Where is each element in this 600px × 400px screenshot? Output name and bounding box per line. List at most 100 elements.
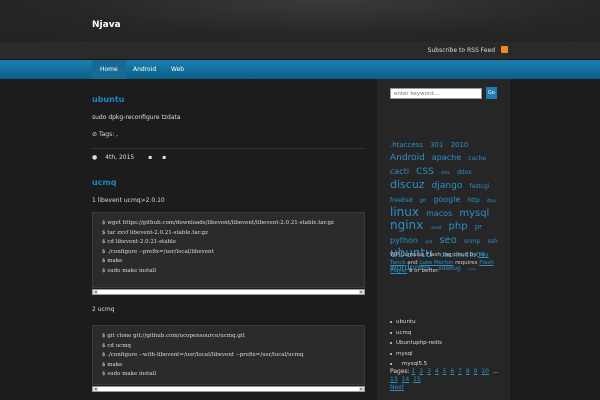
- tag-link[interactable]: 301: [430, 141, 443, 149]
- page-link[interactable]: 2: [419, 368, 423, 375]
- tag-link[interactable]: cache: [468, 155, 486, 162]
- rss-subscribe-link[interactable]: Subscribe to RSS Feed: [428, 47, 495, 54]
- tag-link[interactable]: ddos: [457, 169, 471, 176]
- code-line: $ make: [102, 361, 123, 368]
- code-line: $ ./configure --prefix=/usr/local/libeve…: [102, 248, 214, 255]
- tag-cloud-credit: WP Cumulus Flash tag cloud by Roy Tanck …: [390, 251, 502, 275]
- scroll-right-icon[interactable]: ▸: [359, 290, 364, 294]
- search-input[interactable]: [390, 88, 482, 99]
- tag-link[interactable]: ssh: [488, 238, 498, 245]
- page-link[interactable]: 5: [443, 368, 447, 375]
- tag-link[interactable]: python: [390, 236, 418, 245]
- code-line: $ wget https://github.com/downloads/libe…: [102, 220, 334, 226]
- scroll-left-icon[interactable]: ◂: [93, 290, 98, 294]
- tag-link[interactable]: date: [441, 170, 450, 175]
- tag-link[interactable]: apache: [432, 153, 461, 162]
- page-link[interactable]: 13: [390, 376, 398, 383]
- page-link[interactable]: 6: [450, 368, 454, 375]
- tag-link[interactable]: http: [467, 197, 479, 204]
- tag-link[interactable]: mysql: [459, 208, 489, 219]
- tag-link[interactable]: cacti: [390, 167, 409, 176]
- page-link[interactable]: 10: [481, 368, 489, 375]
- divider: [92, 148, 365, 149]
- code-line: $ git clone git://github.com/ucopensourc…: [102, 333, 245, 339]
- code-line: $ tar zxvf libevent-2.0.21-stable.tar.gz: [102, 229, 208, 236]
- nav-home[interactable]: Home: [92, 60, 126, 79]
- page-link[interactable]: 15: [413, 376, 421, 383]
- category-item[interactable]: mysql: [390, 349, 500, 360]
- credit-requires: requires: [455, 260, 478, 266]
- author-link-luke[interactable]: Luke Morton: [419, 260, 453, 266]
- post-body: sudo dpkg-reconfigure tzdata: [92, 114, 181, 121]
- tag-link[interactable]: discuz: [390, 178, 425, 191]
- tag-link[interactable]: pr: [475, 223, 482, 231]
- category-item[interactable]: ubuntu: [390, 317, 500, 328]
- post-tags: ⊘ Tags: ,: [92, 131, 118, 138]
- scroll-left-icon[interactable]: ◂: [93, 387, 98, 391]
- post-title-ubuntu[interactable]: ubuntu: [92, 95, 124, 104]
- next-page-link[interactable]: Next: [390, 384, 404, 391]
- site-header: [0, 0, 600, 42]
- tag-link[interactable]: 2010: [451, 141, 469, 149]
- category-list: ubuntu ucmq Ubuntuphp-redis mysql mysql5…: [390, 317, 500, 370]
- tag-link[interactable]: php: [449, 221, 468, 232]
- tag-link[interactable]: seo: [439, 235, 456, 246]
- tag-link[interactable]: .htaccess: [390, 141, 423, 149]
- page-link[interactable]: 3: [427, 368, 431, 375]
- page-link[interactable]: 7: [458, 368, 462, 375]
- post-title-ucmq[interactable]: ucmq: [92, 178, 117, 187]
- pages-label: Pages:: [390, 368, 410, 375]
- code-block-1: $ wget https://github.com/downloads/libe…: [92, 212, 365, 288]
- post-intro-1: 1 libevent ucmq>2.0.10: [92, 197, 165, 204]
- tag-link[interactable]: macos: [426, 209, 452, 218]
- tag-link[interactable]: iftop: [487, 198, 496, 203]
- tag-link[interactable]: nginx: [390, 218, 423, 232]
- nav-web[interactable]: Web: [163, 60, 192, 79]
- tag-link[interactable]: nload: [430, 225, 441, 230]
- credit-text: WP Cumulus Flash tag cloud by: [390, 252, 477, 258]
- tag-link[interactable]: qsd: [425, 239, 432, 244]
- scroll-right-icon[interactable]: ▸: [359, 387, 364, 391]
- code-line: $ sudo make install: [102, 371, 157, 377]
- credit-and: and: [407, 260, 418, 266]
- tag-link[interactable]: fastcgi: [469, 183, 489, 190]
- tag-link[interactable]: CSS: [416, 167, 434, 177]
- document-icon[interactable]: ▪: [148, 154, 152, 161]
- tag-link[interactable]: google: [433, 195, 460, 204]
- credit-end: 9 or better.: [408, 268, 440, 274]
- page-link[interactable]: 9: [474, 368, 478, 375]
- tag-link[interactable]: git: [420, 198, 427, 204]
- tag-link[interactable]: django: [432, 181, 463, 191]
- code-line: $ cd libevent-2.0.21-stable: [102, 239, 177, 245]
- page-link[interactable]: 8: [466, 368, 470, 375]
- code-scrollbar-2[interactable]: ◂ ▸: [92, 386, 365, 392]
- post-intro-2: 2 ucmq: [92, 306, 115, 313]
- page-link[interactable]: 14: [402, 376, 410, 383]
- tag-link[interactable]: freebsd: [390, 197, 413, 204]
- tag-link[interactable]: Android: [390, 153, 425, 163]
- site-title[interactable]: Njava: [92, 20, 121, 30]
- tag-link[interactable]: linux: [390, 205, 419, 219]
- tag-link[interactable]: snmp: [464, 238, 481, 245]
- category-item[interactable]: Ubuntuphp-redis: [390, 338, 500, 349]
- page-link: ...: [492, 368, 499, 375]
- code-block-2: $ git clone git://github.com/ucopensourc…: [92, 325, 365, 385]
- search-button[interactable]: Go: [486, 87, 497, 99]
- tags-label: Tags: ,: [98, 131, 119, 138]
- rss-icon[interactable]: [501, 46, 508, 53]
- page-link[interactable]: 1: [412, 368, 416, 375]
- date-icon: ●: [92, 154, 98, 161]
- post-date: 4th, 2015: [105, 154, 135, 161]
- code-line: $ make: [102, 258, 123, 264]
- code-line: $ cd ucmq: [102, 342, 131, 349]
- code-scrollbar-1[interactable]: ◂ ▸: [92, 289, 365, 295]
- comment-icon[interactable]: ▪: [162, 154, 166, 161]
- main-nav: [0, 60, 600, 79]
- tag-icon: ⊘: [92, 131, 99, 138]
- post-meta: ● 4th, 2015 ▪ ▪: [92, 154, 166, 161]
- nav-android[interactable]: Android: [125, 60, 164, 79]
- subscribe-bar: [0, 42, 600, 60]
- page-link[interactable]: 4: [435, 368, 439, 375]
- pagination: Pages: 1 2 3 4 5 6 7 8 9 10 ... 13 14 15…: [390, 368, 505, 392]
- category-item[interactable]: ucmq: [390, 328, 500, 339]
